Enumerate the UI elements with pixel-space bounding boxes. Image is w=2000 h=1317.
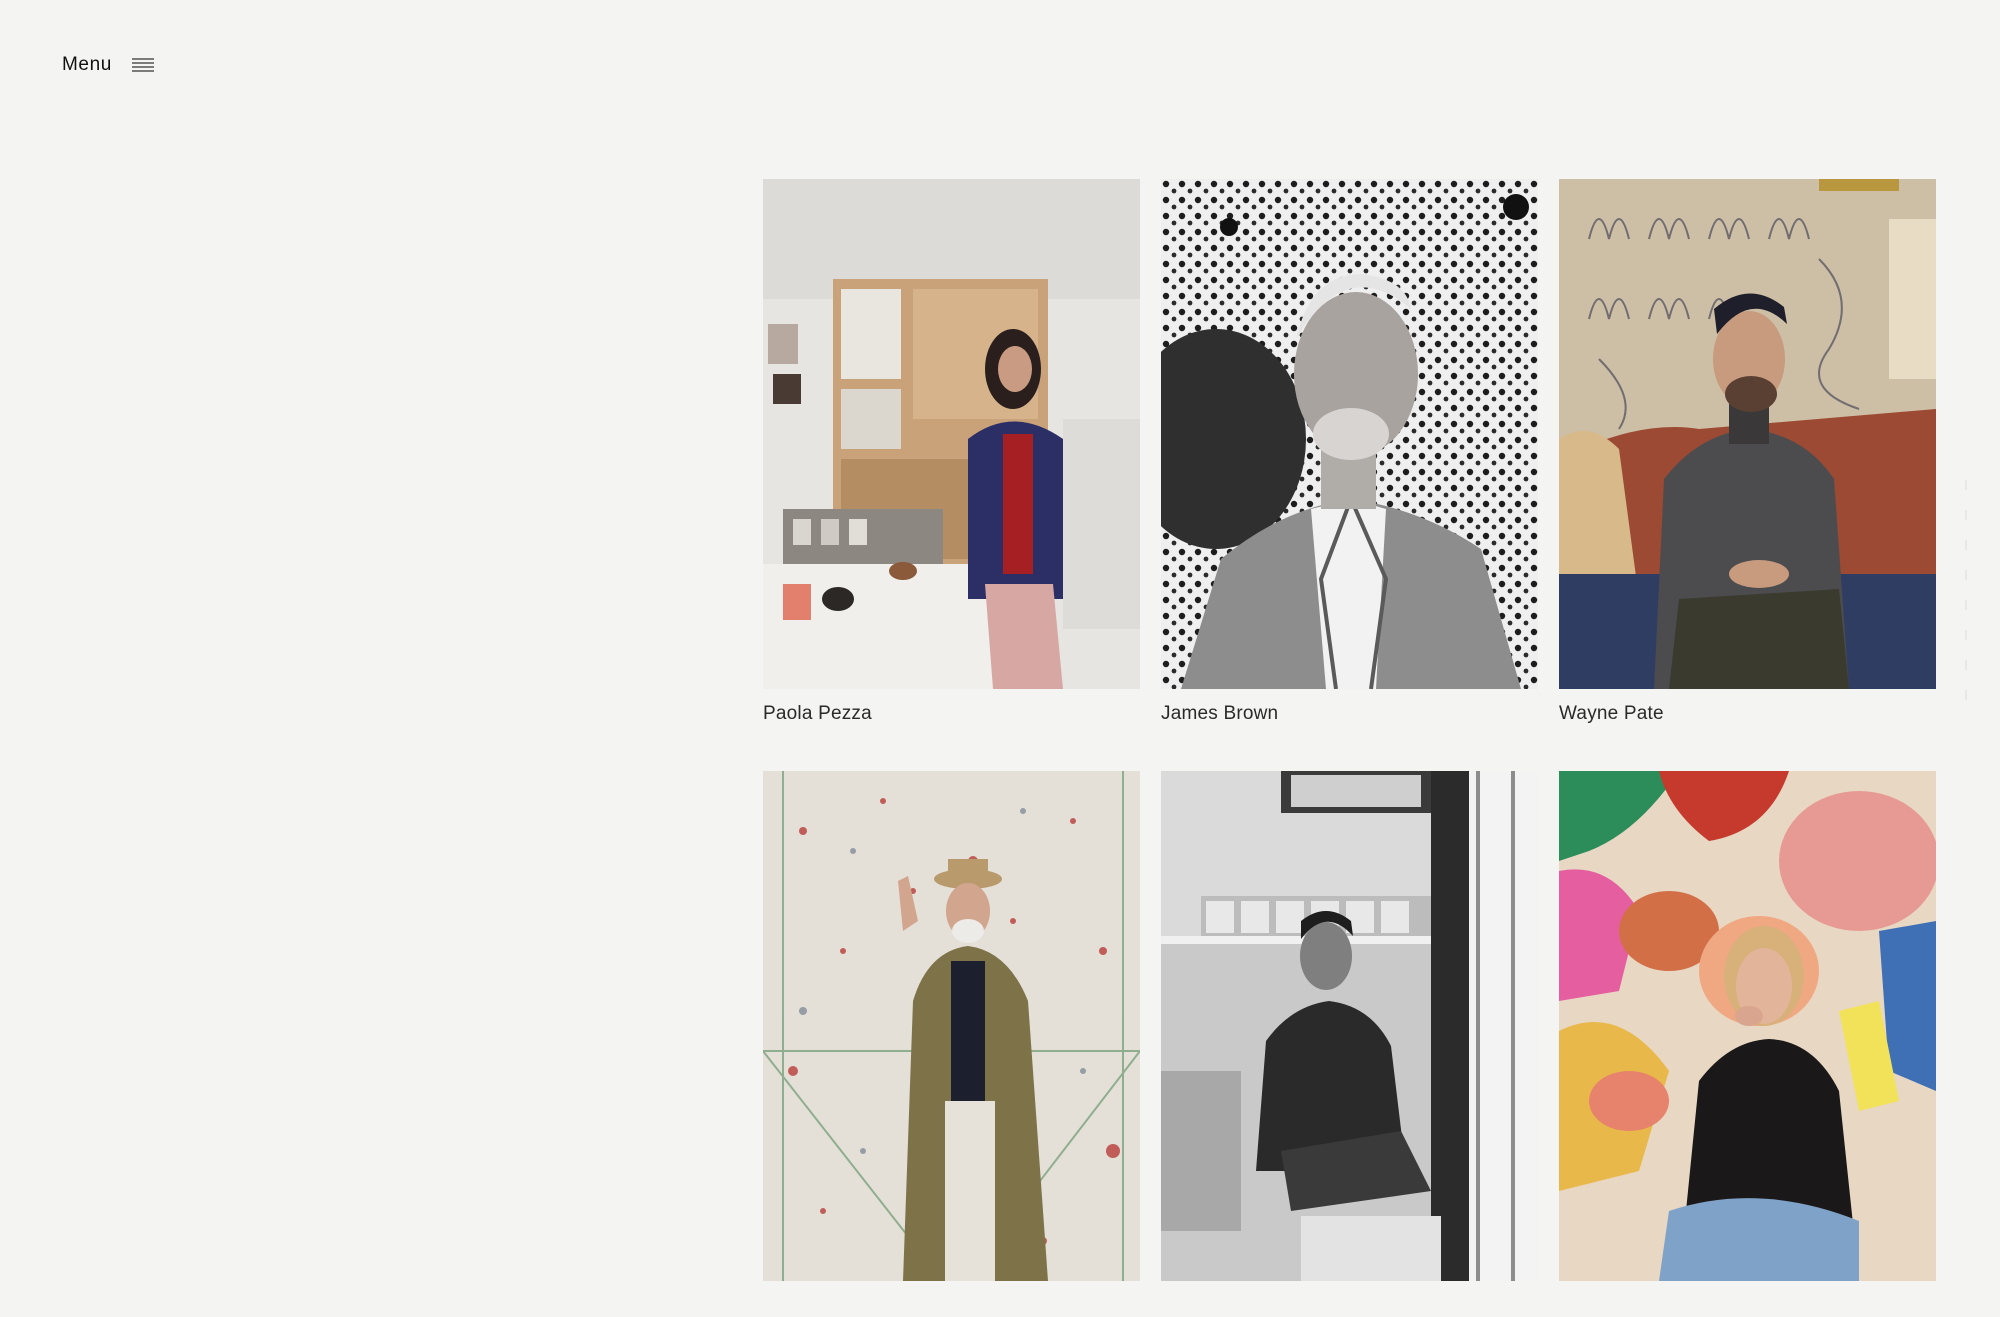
artist-photo <box>763 179 1140 689</box>
edge-decoration <box>1965 480 1967 700</box>
artist-name: Wayne Pate <box>1559 703 1664 724</box>
artist-grid: Paola Pezza James Brown Wayne Pate <box>763 179 1936 1317</box>
artist-name: Paola Pezza <box>763 703 872 724</box>
artist-photo <box>1161 179 1538 689</box>
artist-photo <box>1559 771 1936 1281</box>
artist-card[interactable]: James Brown <box>1161 179 1538 725</box>
menu-button[interactable]: Menu <box>62 54 154 76</box>
artist-photo <box>1161 771 1538 1281</box>
artist-card[interactable]: Paola Pezza <box>763 179 1140 725</box>
menu-label: Menu <box>62 54 112 75</box>
artist-photo <box>1559 179 1936 689</box>
artist-name: James Brown <box>1161 703 1279 724</box>
hamburger-icon <box>131 58 154 72</box>
artist-name <box>1559 1295 1936 1317</box>
artist-card[interactable] <box>1559 771 1936 1317</box>
artist-name <box>1161 1295 1538 1317</box>
artist-card[interactable] <box>1161 771 1538 1317</box>
artist-card[interactable]: Wayne Pate <box>1559 179 1936 725</box>
artist-photo <box>763 771 1140 1281</box>
artist-card[interactable] <box>763 771 1140 1317</box>
artist-name <box>763 1295 1140 1317</box>
